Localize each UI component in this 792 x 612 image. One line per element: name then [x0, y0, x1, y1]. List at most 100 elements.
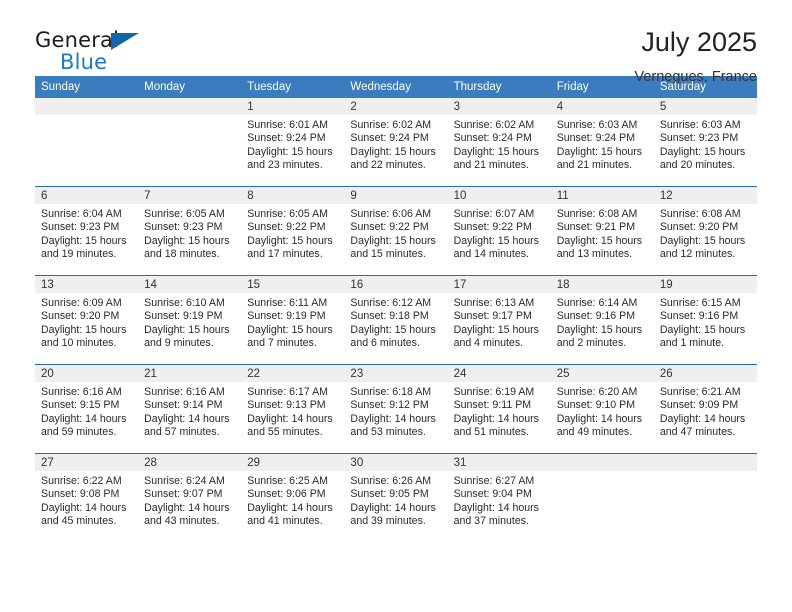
sunrise-text: Sunrise: 6:02 AM: [453, 119, 535, 131]
sunset-text: Sunset: 9:09 PM: [659, 399, 739, 412]
calendar-day-cell[interactable]: 18 Sunrise: 6:14 AM Sunset: 9:16 PM Dayligh…: [550, 275, 654, 365]
sunset-text: Sunset: 9:21 PM: [556, 221, 636, 234]
daylight-text: Daylight: 15 hours and 22 minutes.: [350, 145, 436, 172]
daylight-text: Daylight: 15 hours and 23 minutes.: [247, 145, 333, 172]
sunset-text: Sunset: 9:23 PM: [41, 221, 120, 234]
sunrise-text: Sunrise: 6:01 AM: [247, 119, 328, 131]
calendar-day-cell[interactable]: 24 Sunrise: 6:19 AM Sunset: 9:11 PM Dayligh…: [447, 364, 551, 454]
calendar-day-cell[interactable]: 13 Sunrise: 6:09 AM Sunset: 9:20 PM Dayligh…: [35, 275, 139, 365]
sunrise-text: Sunrise: 6:26 AM: [350, 475, 432, 487]
day-details: Sunrise: 6:13 AM Sunset: 9:17 PM Daylight:…: [448, 293, 551, 351]
calendar-day-cell[interactable]: 14 Sunrise: 6:10 AM Sunset: 9:19 PM Dayligh…: [138, 275, 242, 365]
daylight-text: Daylight: 14 hours and 41 minutes.: [247, 501, 333, 528]
calendar-day-cell[interactable]: 7 Sunrise: 6:05 AM Sunset: 9:23 PM Daylight…: [138, 186, 242, 276]
day-number: 16: [344, 276, 448, 293]
sunrise-text: Sunrise: 6:02 AM: [350, 119, 432, 131]
calendar-day-cell[interactable]: 23 Sunrise: 6:18 AM Sunset: 9:12 PM Dayligh…: [344, 364, 448, 454]
day-details: Sunrise: 6:06 AM Sunset: 9:22 PM Daylight:…: [344, 204, 447, 262]
calendar-day-cell[interactable]: 1 Sunrise: 6:01 AM Sunset: 9:24 PM Daylight…: [241, 98, 345, 187]
generalblue-logo[interactable]: General Blue: [35, 28, 153, 76]
day-details: Sunrise: 6:26 AM Sunset: 9:05 PM Daylight:…: [344, 471, 447, 529]
daylight-text: Daylight: 14 hours and 59 minutes.: [41, 412, 127, 439]
day-number: 27: [35, 454, 139, 471]
sunset-text: Sunset: 9:13 PM: [247, 399, 326, 412]
day-details: Sunrise: 6:08 AM Sunset: 9:20 PM Daylight:…: [654, 204, 757, 262]
daylight-text: Daylight: 15 hours and 19 minutes.: [41, 234, 127, 261]
day-number: 14: [138, 276, 242, 293]
title-block: July 2025 Vernegues, France: [634, 27, 757, 84]
calendar-day-cell[interactable]: 20 Sunrise: 6:16 AM Sunset: 9:15 PM Dayligh…: [35, 364, 139, 454]
calendar-week-row: 27 Sunrise: 6:22 AM Sunset: 9:08 PM Dayligh…: [35, 453, 757, 542]
day-number: 15: [241, 276, 345, 293]
calendar-week-row: 1 Sunrise: 6:01 AM Sunset: 9:24 PM Daylight…: [35, 98, 757, 187]
day-number: [138, 98, 242, 115]
day-number: 17: [447, 276, 551, 293]
daylight-text: Daylight: 15 hours and 12 minutes.: [659, 234, 746, 261]
sunset-text: Sunset: 9:19 PM: [144, 310, 223, 323]
calendar-day-cell[interactable]: 31 Sunrise: 6:27 AM Sunset: 9:04 PM Dayligh…: [447, 453, 551, 542]
daylight-text: Daylight: 14 hours and 49 minutes.: [556, 412, 643, 439]
sunrise-text: Sunrise: 6:05 AM: [144, 208, 225, 220]
logo-text-general: General: [35, 28, 120, 52]
weekday-header-thursday: Thursday: [447, 76, 551, 98]
calendar-day-cell[interactable]: 3 Sunrise: 6:02 AM Sunset: 9:24 PM Daylight…: [447, 98, 551, 187]
calendar-day-cell[interactable]: 2 Sunrise: 6:02 AM Sunset: 9:24 PM Daylight…: [344, 98, 448, 187]
day-details: Sunrise: 6:18 AM Sunset: 9:12 PM Daylight:…: [344, 382, 447, 440]
sunset-text: Sunset: 9:22 PM: [453, 221, 532, 234]
calendar-day-cell[interactable]: 10 Sunrise: 6:07 AM Sunset: 9:22 PM Dayligh…: [447, 186, 551, 276]
day-number: 31: [447, 454, 551, 471]
calendar-day-cell[interactable]: 16 Sunrise: 6:12 AM Sunset: 9:18 PM Dayligh…: [344, 275, 448, 365]
calendar-day-cell[interactable]: 22 Sunrise: 6:17 AM Sunset: 9:13 PM Dayligh…: [241, 364, 345, 454]
day-number: 24: [447, 365, 551, 382]
calendar-day-cell[interactable]: 6 Sunrise: 6:04 AM Sunset: 9:23 PM Daylight…: [35, 186, 139, 276]
sunset-text: Sunset: 9:24 PM: [247, 132, 326, 145]
sunrise-text: Sunrise: 6:16 AM: [41, 386, 122, 398]
daylight-text: Daylight: 14 hours and 53 minutes.: [350, 412, 436, 439]
calendar-day-cell[interactable]: 29 Sunrise: 6:25 AM Sunset: 9:06 PM Dayligh…: [241, 453, 345, 542]
day-number: [653, 454, 757, 471]
calendar-day-cell[interactable]: 12 Sunrise: 6:08 AM Sunset: 9:20 PM Dayligh…: [653, 186, 757, 276]
calendar-day-cell[interactable]: 4 Sunrise: 6:03 AM Sunset: 9:24 PM Daylight…: [550, 98, 654, 187]
calendar-day-cell[interactable]: 5 Sunrise: 6:03 AM Sunset: 9:23 PM Daylight…: [653, 98, 757, 187]
calendar-day-cell[interactable]: 11 Sunrise: 6:08 AM Sunset: 9:21 PM Dayligh…: [550, 186, 654, 276]
day-number: 20: [35, 365, 139, 382]
sunset-text: Sunset: 9:22 PM: [350, 221, 429, 234]
day-number: 11: [550, 187, 654, 204]
calendar-day-cell[interactable]: 30 Sunrise: 6:26 AM Sunset: 9:05 PM Dayligh…: [344, 453, 448, 542]
calendar-day-cell[interactable]: 21 Sunrise: 6:16 AM Sunset: 9:14 PM Dayligh…: [138, 364, 242, 454]
calendar-day-cell[interactable]: 27 Sunrise: 6:22 AM Sunset: 9:08 PM Dayligh…: [35, 453, 139, 542]
calendar-day-cell[interactable]: 26 Sunrise: 6:21 AM Sunset: 9:09 PM Dayligh…: [653, 364, 757, 454]
daylight-text: Daylight: 14 hours and 45 minutes.: [41, 501, 127, 528]
day-details: Sunrise: 6:08 AM Sunset: 9:21 PM Daylight:…: [551, 204, 654, 262]
logo-text-blue: Blue: [60, 50, 108, 74]
calendar-day-cell[interactable]: 8 Sunrise: 6:05 AM Sunset: 9:22 PM Daylight…: [241, 186, 345, 276]
sunset-text: Sunset: 9:20 PM: [41, 310, 120, 323]
sunset-text: Sunset: 9:22 PM: [247, 221, 326, 234]
day-number: 19: [653, 276, 757, 293]
day-details: Sunrise: 6:16 AM Sunset: 9:15 PM Daylight:…: [35, 382, 138, 440]
calendar-day-cell[interactable]: 19 Sunrise: 6:15 AM Sunset: 9:16 PM Dayligh…: [653, 275, 757, 365]
sunrise-text: Sunrise: 6:10 AM: [144, 297, 225, 309]
daylight-text: Daylight: 15 hours and 21 minutes.: [556, 145, 643, 172]
calendar-day-cell[interactable]: 15 Sunrise: 6:11 AM Sunset: 9:19 PM Dayligh…: [241, 275, 345, 365]
daylight-text: Daylight: 14 hours and 37 minutes.: [453, 501, 539, 528]
daylight-text: Daylight: 15 hours and 18 minutes.: [144, 234, 230, 261]
page-header: General Blue July 2025 Vernegues, France: [35, 0, 757, 84]
calendar-day-cell[interactable]: 28 Sunrise: 6:24 AM Sunset: 9:07 PM Dayligh…: [138, 453, 242, 542]
sunrise-text: Sunrise: 6:11 AM: [247, 297, 328, 309]
daylight-text: Daylight: 14 hours and 43 minutes.: [144, 501, 230, 528]
day-details: Sunrise: 6:12 AM Sunset: 9:18 PM Daylight:…: [344, 293, 447, 351]
calendar-day-cell[interactable]: 17 Sunrise: 6:13 AM Sunset: 9:17 PM Dayligh…: [447, 275, 551, 365]
daylight-text: Daylight: 15 hours and 9 minutes.: [144, 323, 230, 350]
calendar-day-cell[interactable]: 25 Sunrise: 6:20 AM Sunset: 9:10 PM Dayligh…: [550, 364, 654, 454]
day-number: 10: [447, 187, 551, 204]
sunrise-text: Sunrise: 6:03 AM: [659, 119, 741, 131]
day-number: 21: [138, 365, 242, 382]
daylight-text: Daylight: 14 hours and 39 minutes.: [350, 501, 436, 528]
day-details: Sunrise: 6:07 AM Sunset: 9:22 PM Daylight:…: [448, 204, 551, 262]
daylight-text: Daylight: 15 hours and 4 minutes.: [453, 323, 539, 350]
calendar-day-cell[interactable]: 9 Sunrise: 6:06 AM Sunset: 9:22 PM Daylight…: [344, 186, 448, 276]
day-details: Sunrise: 6:02 AM Sunset: 9:24 PM Daylight:…: [344, 115, 447, 173]
day-number: 5: [653, 98, 757, 115]
day-number: 9: [344, 187, 448, 204]
